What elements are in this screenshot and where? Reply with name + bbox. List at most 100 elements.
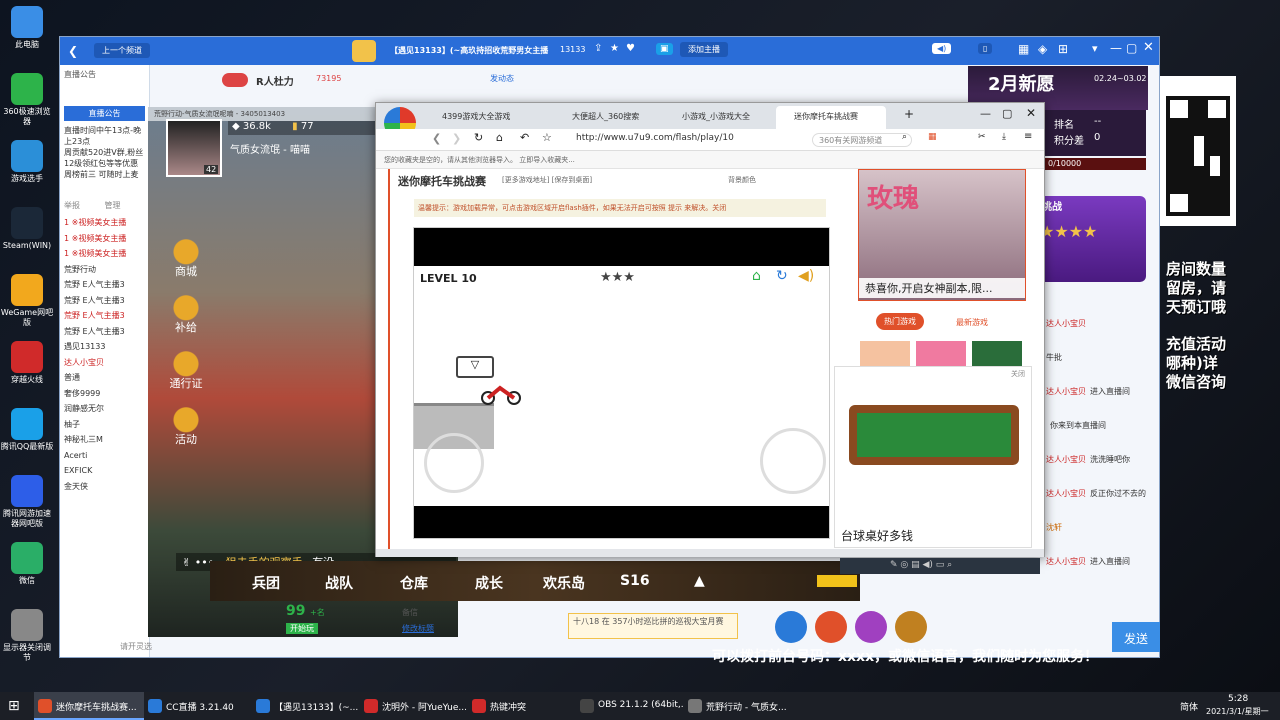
search-icon[interactable]: ⌕: [902, 132, 907, 142]
restart-icon[interactable]: ↻: [776, 268, 788, 284]
list-item[interactable]: 神秘礼三M: [64, 432, 145, 448]
chat-user[interactable]: 达人小宝贝: [1046, 319, 1086, 328]
top-menu-item[interactable]: 直播公告: [64, 70, 96, 79]
chat-user[interactable]: 沈轩: [1046, 523, 1062, 532]
theme-icon[interactable]: ◈: [1038, 42, 1047, 56]
tip-banner[interactable]: 温馨提示：游戏加载异常，可点击游戏区域开启flash插件，如果无法开启可按照 提…: [414, 199, 826, 217]
event-notice[interactable]: 十八18 在 357小时巡比拼的巡视大宝月赛: [568, 613, 738, 639]
back-arrow-icon[interactable]: ❮: [68, 44, 78, 58]
gift-token-icon[interactable]: [775, 611, 807, 643]
taskbar-app[interactable]: 【遇见13133】(~...: [252, 692, 360, 720]
modify-title-link[interactable]: 修改标题: [402, 623, 434, 634]
desktop-shortcut[interactable]: 腾讯QQ最新版: [0, 408, 54, 452]
url-input[interactable]: http://www.u7u9.com/flash/play/10: [576, 133, 776, 143]
yellow-button[interactable]: [817, 575, 857, 587]
list-item[interactable]: 奢侈9999: [64, 386, 145, 402]
desktop-shortcut[interactable]: 微信: [0, 542, 54, 586]
close-icon[interactable]: ✕: [1026, 106, 1036, 120]
desktop-shortcut[interactable]: 显示器关闭调节: [0, 609, 54, 663]
desktop-shortcut[interactable]: WeGame网吧版: [0, 274, 54, 328]
ime-indicator[interactable]: 简体: [1180, 700, 1198, 713]
list-item[interactable]: EXFICK: [64, 463, 145, 479]
list-item[interactable]: 金天侠: [64, 479, 145, 495]
browser-tab[interactable]: 大便超人_360搜索: [554, 106, 664, 129]
list-item[interactable]: 1 ※视频美女主播: [64, 231, 145, 247]
gift-box-icon[interactable]: [815, 611, 847, 643]
home-icon[interactable]: ⌂: [496, 131, 503, 144]
rank-tag[interactable]: 开始玩: [286, 623, 318, 634]
grid-icon[interactable]: ▦: [1018, 42, 1029, 56]
extension-icon[interactable]: ▦: [928, 132, 937, 142]
nav-team[interactable]: 战队: [325, 573, 353, 593]
latest-games-tab[interactable]: 最新游戏: [956, 317, 988, 328]
new-tab-icon[interactable]: +: [904, 107, 914, 121]
search-input[interactable]: 360有关网游频道: [812, 133, 912, 147]
mask-gift-icon[interactable]: [855, 611, 887, 643]
left-control-icon[interactable]: [424, 433, 484, 493]
share-icon[interactable]: ⇪: [594, 43, 602, 54]
list-item[interactable]: 1 ※视频美女主播: [64, 246, 145, 262]
expand-up-icon[interactable]: ▲: [694, 573, 705, 589]
desktop-shortcut[interactable]: 穿越火线: [0, 341, 54, 385]
chat-user[interactable]: 达人小宝贝: [1046, 455, 1086, 464]
bookmark-star-icon[interactable]: ☆: [542, 131, 552, 144]
sound-icon[interactable]: ◀): [798, 268, 814, 284]
clock-time[interactable]: 5:28: [1228, 694, 1248, 704]
flash-game-area[interactable]: LEVEL 10 ★★★ ⌂ ↻ ◀) ▽: [413, 227, 830, 539]
shirt-icon[interactable]: ⊞: [1058, 42, 1068, 56]
taskbar-app[interactable]: 迷你摩托车挑战赛...: [34, 692, 144, 720]
list-item[interactable]: 达人小宝贝: [64, 355, 145, 371]
list-item[interactable]: 荒野 E人气主播3: [64, 277, 145, 293]
nav-warehouse[interactable]: 仓库: [400, 573, 428, 593]
close-icon[interactable]: ✕: [1143, 40, 1154, 55]
forward-icon[interactable]: ❯: [452, 132, 461, 145]
menu-icon[interactable]: ≡: [1024, 131, 1032, 142]
broadcast-tab[interactable]: 直播公告: [64, 106, 145, 121]
chat-user[interactable]: 达人小宝贝: [1046, 557, 1086, 566]
list-item[interactable]: 柚子: [64, 417, 145, 433]
list-item[interactable]: 润静感无尔: [64, 401, 145, 417]
nav-growth[interactable]: 成长: [475, 573, 503, 593]
list-item[interactable]: 荒野 E人气主播3: [64, 308, 145, 324]
nav-fun-island[interactable]: 欢乐岛: [543, 573, 585, 593]
list-item[interactable]: Acerti: [64, 448, 145, 464]
taskbar-app[interactable]: 沈明外 - 阿YueYue...: [360, 692, 468, 720]
popup-ad[interactable]: 关闭 台球桌好多钱: [834, 366, 1032, 548]
maximize-icon[interactable]: ▢: [1002, 107, 1012, 120]
nav-corps[interactable]: 兵团: [252, 573, 280, 593]
hot-games-tab[interactable]: 热门游戏: [876, 313, 924, 330]
phone-icon[interactable]: ▯: [978, 43, 993, 54]
pass-menu-item[interactable]: 通行证: [166, 347, 206, 403]
list-item[interactable]: 荒野 E人气主播3: [64, 324, 145, 340]
chat-user[interactable]: 牛批: [1046, 353, 1062, 362]
chat-user[interactable]: 达人小宝贝: [1046, 387, 1086, 396]
maximize-icon[interactable]: ▢: [1126, 41, 1137, 55]
list-item[interactable]: 荒野 E人气主播3: [64, 293, 145, 309]
feedback-tab[interactable]: 举报: [64, 201, 80, 210]
menu-chevron-icon[interactable]: ▾: [1092, 42, 1098, 55]
list-item[interactable]: 遇见13133: [64, 339, 145, 355]
ad-banner[interactable]: 玫瑰 恭喜你,开启女神副本,限...: [858, 169, 1026, 301]
undo-icon[interactable]: ↶: [520, 131, 529, 144]
list-item[interactable]: 1 ※视频美女主播: [64, 215, 145, 231]
taskbar-app[interactable]: 荒野行动 - 气质女...: [684, 692, 792, 720]
list-item[interactable]: 普通: [64, 370, 145, 386]
right-control-icon[interactable]: [760, 428, 826, 494]
browser-tab[interactable]: 4399游戏大全游戏: [424, 106, 554, 129]
desktop-shortcut[interactable]: 腾讯网游加速器网吧版: [0, 475, 54, 529]
add-streamer-button[interactable]: 添加主播: [680, 42, 728, 57]
event-menu-item[interactable]: 活动: [166, 403, 206, 459]
download-icon[interactable]: ⤓: [1002, 132, 1006, 142]
desktop-shortcut[interactable]: 此电脑: [0, 6, 54, 50]
desktop-shortcut[interactable]: Steam(WIN): [0, 207, 54, 251]
browser-tab-active[interactable]: 迷你摩托车挑战赛: [776, 106, 886, 129]
camera-icon[interactable]: ▣: [656, 43, 673, 55]
start-menu-icon[interactable]: ⊞: [8, 698, 20, 714]
nav-season[interactable]: S16: [620, 573, 650, 589]
shop-menu-item[interactable]: 商城: [166, 235, 206, 291]
gift-icon[interactable]: ♥: [626, 43, 635, 54]
supply-menu-item[interactable]: 补给: [166, 291, 206, 347]
star-icon[interactable]: ★: [610, 43, 619, 54]
prev-channel-button[interactable]: 上一个频道: [94, 43, 150, 58]
sound-icon[interactable]: ◀): [932, 43, 952, 54]
